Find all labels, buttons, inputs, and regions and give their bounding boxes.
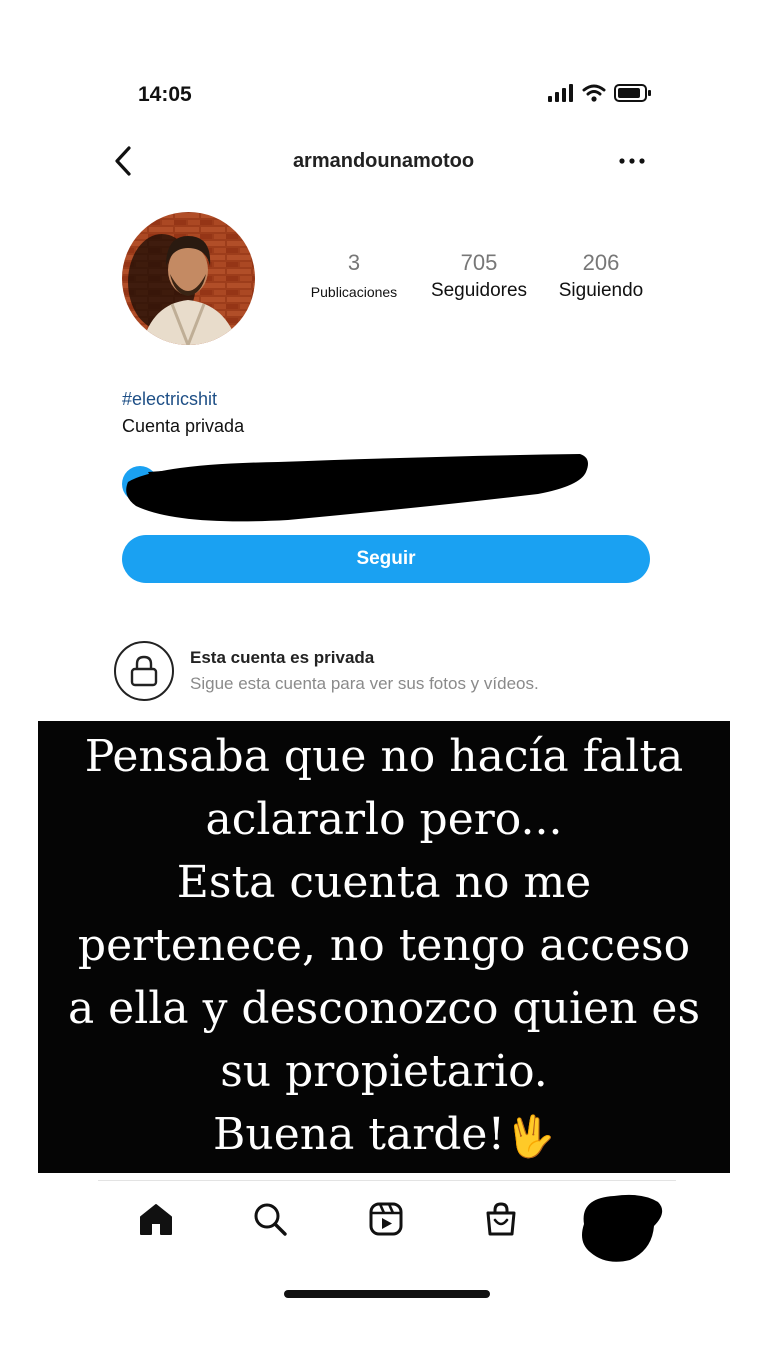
redaction-scribble (118, 442, 594, 526)
tab-shop[interactable] (479, 1196, 523, 1242)
vulcan-salute-icon: 🖖 (505, 1114, 555, 1160)
bio-hashtag-link[interactable]: #electricshit (122, 389, 217, 410)
wifi-icon (582, 84, 606, 107)
tab-home[interactable] (134, 1196, 178, 1242)
profile-header-bar: armandounamotoo (0, 140, 767, 184)
home-indicator[interactable] (284, 1290, 490, 1298)
overlay-line: Esta cuenta no me (176, 857, 592, 908)
followers-count: 705 (460, 250, 498, 275)
lock-icon (114, 641, 174, 701)
profile-avatar-redacted (582, 1194, 663, 1262)
status-icons (548, 84, 652, 107)
follow-button[interactable]: Seguir (122, 535, 650, 583)
posts-label: Publicaciones (310, 284, 398, 300)
followers-label: Seguidores (430, 280, 528, 301)
posts-count: 3 (347, 250, 361, 275)
more-horizontal-icon (619, 158, 645, 164)
following-stat[interactable]: 206 Siguiendo (548, 250, 654, 302)
overlay-line: a ella y desconozco quien es (67, 983, 701, 1034)
battery-icon (614, 84, 652, 107)
overlay-line: su propietario. (220, 1046, 548, 1097)
tab-profile[interactable] (570, 1190, 672, 1266)
private-account-notice: Esta cuenta es privada Sigue esta cuenta… (114, 640, 674, 706)
signal-icon (548, 84, 574, 107)
status-time: 14:05 (138, 83, 192, 106)
posts-stat: 3 Publicaciones (298, 250, 410, 300)
tab-bar-divider (98, 1180, 676, 1181)
followers-stat[interactable]: 705 Seguidores (420, 250, 538, 302)
private-notice-title: Esta cuenta es privada (190, 648, 375, 667)
tab-search[interactable] (248, 1196, 292, 1242)
overlay-message: Pensaba que no hacía falta aclararlo per… (44, 725, 724, 1169)
status-bar: 14:05 (0, 78, 767, 112)
following-count: 206 (582, 250, 620, 275)
bottom-tab-bar (0, 1194, 767, 1262)
reels-icon (369, 1202, 403, 1236)
overlay-line-last: Buena tarde!🖖 (44, 1103, 724, 1169)
story-text-overlay: Pensaba que no hacía falta aclararlo per… (38, 721, 730, 1173)
more-options-button[interactable] (612, 146, 652, 176)
avatar[interactable] (122, 212, 255, 345)
home-icon (140, 1204, 172, 1235)
overlay-line: aclararlo pero... (205, 794, 563, 845)
overlay-line-text: Buena tarde! (213, 1109, 506, 1160)
following-label: Siguiendo (558, 280, 644, 301)
tab-reels[interactable] (364, 1196, 408, 1242)
overlay-line: Pensaba que no hacía falta (84, 731, 684, 782)
overlay-line: pertenece, no tengo acceso (77, 920, 691, 971)
bio-privacy-label: Cuenta privada (122, 416, 245, 436)
search-icon (254, 1203, 287, 1236)
private-notice-subtitle: Sigue esta cuenta para ver sus fotos y v… (190, 674, 539, 693)
shop-icon (486, 1202, 516, 1236)
